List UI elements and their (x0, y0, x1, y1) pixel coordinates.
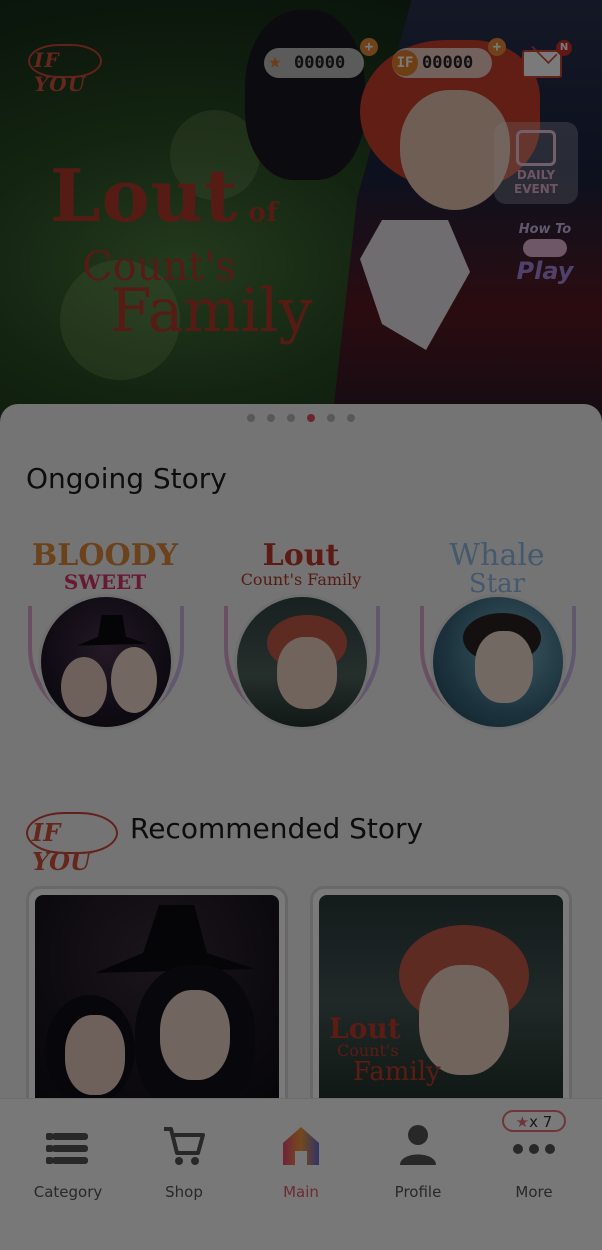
pagination-dot[interactable] (267, 414, 275, 422)
mail-badge: N (556, 40, 572, 56)
daily-event-button[interactable]: DAILY EVENT (494, 122, 578, 204)
gamepad-icon (523, 239, 567, 257)
nav-label: More (515, 1183, 553, 1201)
nav-shop[interactable]: Shop (124, 1099, 244, 1219)
star-currency[interactable]: ★ 00000 + (264, 38, 378, 78)
card-title-a: Lout (329, 1012, 401, 1045)
cover-face (277, 637, 337, 709)
cover-face (61, 657, 107, 717)
app-logo: IF YOU (28, 40, 102, 96)
more-badge: ★x 7 (502, 1110, 566, 1132)
mail-icon (522, 50, 562, 78)
nav-profile[interactable]: Profile (358, 1099, 478, 1219)
story-cover (234, 594, 370, 730)
nav-category[interactable]: Category (8, 1099, 128, 1219)
recommended-story-title: Recommended Story (130, 812, 424, 845)
coin-count: 00000 (422, 53, 474, 73)
story-cover (430, 594, 566, 730)
story-logo-bottom: Star (468, 569, 526, 599)
star-count: 00000 (294, 53, 346, 73)
recommended-story-list: Lout Count's Family (26, 886, 586, 1116)
banner-title-line1: Lout (50, 153, 239, 238)
pagination-dot-active[interactable] (307, 414, 315, 422)
card-title: Lout Count's Family (329, 1012, 441, 1087)
app-screen: Lout of Count's Family IF YOU ★ 00000 + … (0, 0, 602, 1250)
banner-pagination (0, 414, 602, 422)
card-title-c: Family (353, 1057, 441, 1087)
nav-label: Category (33, 1183, 103, 1201)
pagination-dot[interactable] (287, 414, 295, 422)
story-logo-top: Lout (262, 538, 340, 573)
cover-face (111, 647, 157, 713)
pagination-dot[interactable] (327, 414, 335, 422)
story-logo-bottom: SWEET (63, 570, 147, 594)
ongoing-story-item[interactable]: Whale Star (412, 528, 582, 738)
mail-button[interactable]: N (522, 40, 572, 78)
recommended-logo-text: IF YOU (32, 818, 91, 876)
banner-dragon (245, 10, 365, 180)
ongoing-story-item[interactable]: Lout Count's Family (216, 528, 386, 738)
person-icon (400, 1125, 436, 1165)
cover-face (475, 631, 533, 703)
pagination-dot[interactable] (347, 414, 355, 422)
card-face (65, 1015, 125, 1095)
home-icon (283, 1127, 319, 1165)
cover-hat (77, 615, 147, 646)
recommended-header: IF YOU Recommended Story (26, 806, 586, 876)
recommended-story-card[interactable] (26, 886, 288, 1116)
ongoing-story-title: Ongoing Story (26, 462, 227, 495)
nav-label: Shop (165, 1183, 203, 1201)
star-icon: ★ (515, 1113, 530, 1131)
cart-icon (164, 1127, 205, 1165)
how-to-label: How To (518, 222, 572, 237)
add-star-button[interactable]: + (360, 38, 378, 56)
more-badge-count: x 7 (529, 1113, 553, 1131)
story-card-art: Lout Count's Family (319, 895, 563, 1107)
banner-title: Lout of Count's Family (50, 160, 313, 346)
banner-title-line3: Family (110, 276, 313, 346)
play-label: Play (516, 257, 574, 285)
recommended-logo: IF YOU (26, 810, 118, 876)
nav-label: Main (283, 1183, 319, 1201)
ongoing-story-list: BLOODY SWEET Lout Count's Family Whale S… (20, 528, 590, 738)
story-logo-top: BLOODY (31, 538, 179, 573)
story-cover (38, 594, 174, 730)
add-coin-button[interactable]: + (488, 38, 506, 56)
how-to-play-button[interactable]: How To Play (508, 222, 582, 283)
nav-label: Profile (394, 1183, 442, 1201)
star-icon: ★ (268, 48, 282, 74)
coin-icon: IF (392, 50, 418, 76)
daily-event-line1: DAILY (516, 168, 556, 182)
daily-event-line2: EVENT (514, 182, 558, 196)
ongoing-story-item[interactable]: BLOODY SWEET (20, 528, 190, 738)
recommended-story-card[interactable]: Lout Count's Family (310, 886, 572, 1116)
story-logo-bottom: Count's Family (240, 570, 362, 589)
logo-text: IF YOU (34, 48, 87, 96)
list-icon (46, 1121, 90, 1169)
story-card-art (35, 895, 279, 1107)
calendar-icon (516, 130, 556, 166)
coin-currency[interactable]: IF 00000 + (392, 38, 506, 78)
banner-title-of: of (248, 198, 279, 228)
nav-main[interactable]: Main (241, 1099, 361, 1219)
pagination-dot[interactable] (247, 414, 255, 422)
story-logo-top: Whale (449, 538, 545, 573)
card-face (160, 990, 230, 1080)
